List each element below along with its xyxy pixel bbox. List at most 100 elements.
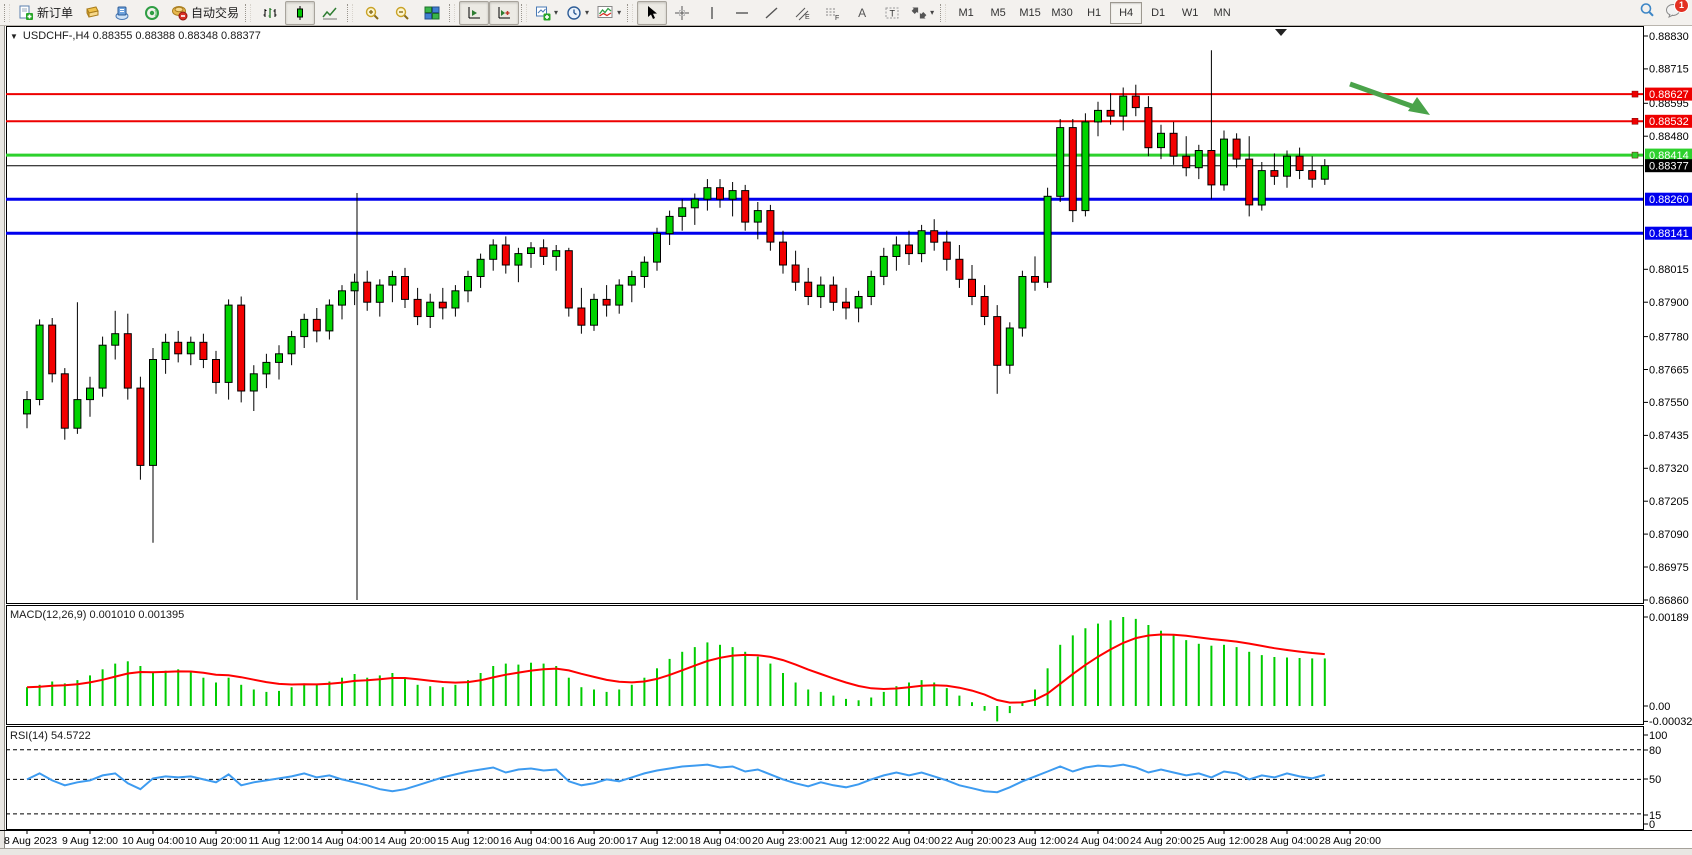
candle bbox=[528, 248, 535, 254]
tile-windows-icon bbox=[424, 5, 440, 21]
periods-button[interactable]: ▾ bbox=[562, 1, 593, 25]
chevron-down-icon: ▾ bbox=[617, 8, 621, 17]
price-tick-label: 0.87900 bbox=[1649, 297, 1689, 309]
line-anchor-marker[interactable] bbox=[1632, 152, 1638, 158]
line-anchor-marker[interactable] bbox=[1632, 91, 1638, 97]
toolbar-drag-handle[interactable] bbox=[627, 4, 633, 22]
candle bbox=[1095, 110, 1102, 122]
price-tick-label: 0.88480 bbox=[1649, 131, 1689, 143]
clock-icon bbox=[566, 5, 582, 21]
chevron-down-icon: ▾ bbox=[930, 8, 934, 17]
timeframe-m5-button[interactable]: M5 bbox=[982, 2, 1014, 24]
cursor-button[interactable] bbox=[637, 1, 667, 25]
candle bbox=[742, 191, 749, 223]
window-left-border bbox=[0, 26, 4, 848]
time-label: 21 Aug 12:00 bbox=[815, 835, 877, 847]
candle bbox=[1145, 108, 1152, 148]
main-toolbar: 新订单 自动交易 bbox=[0, 0, 1692, 26]
candle bbox=[263, 362, 270, 374]
candle bbox=[150, 360, 157, 466]
time-label: 9 Aug 12:00 bbox=[62, 835, 118, 847]
timeframe-m30-button[interactable]: M30 bbox=[1046, 2, 1078, 24]
candle bbox=[87, 388, 94, 400]
timeframe-d1-button[interactable]: D1 bbox=[1142, 2, 1174, 24]
zoom-out-button[interactable] bbox=[387, 1, 417, 25]
macd-axis-label: 0.00 bbox=[1649, 701, 1670, 713]
data-window-icon bbox=[114, 5, 130, 21]
candle bbox=[641, 262, 648, 276]
time-label: 14 Aug 04:00 bbox=[311, 835, 373, 847]
rsi-axis-label: 0 bbox=[1649, 819, 1655, 831]
candle bbox=[74, 400, 81, 429]
toolbar-drag-handle[interactable] bbox=[940, 4, 946, 22]
search-icon[interactable] bbox=[1639, 2, 1655, 23]
candle bbox=[754, 211, 761, 223]
line-chart-icon bbox=[322, 5, 338, 21]
new-chart-button[interactable]: ▾ bbox=[531, 1, 562, 25]
chart-canvas[interactable]: 0.888300.887150.885950.884800.880150.879… bbox=[0, 0, 1692, 855]
candle bbox=[931, 231, 938, 243]
price-badge-label: 0.88260 bbox=[1649, 194, 1689, 206]
zoom-in-button[interactable] bbox=[357, 1, 387, 25]
arrows-button[interactable]: ▾ bbox=[907, 1, 938, 25]
equidistant-channel-button[interactable]: E bbox=[787, 1, 817, 25]
text-label-icon: T bbox=[884, 5, 901, 21]
templates-button[interactable]: ▾ bbox=[593, 1, 625, 25]
signals-button[interactable] bbox=[137, 1, 167, 25]
data-window-button[interactable] bbox=[107, 1, 137, 25]
timeframe-mn-button[interactable]: MN bbox=[1206, 2, 1238, 24]
auto-scroll-button[interactable] bbox=[459, 1, 489, 25]
candlestick-chart-button[interactable] bbox=[285, 1, 315, 25]
candle bbox=[981, 297, 988, 317]
text-label-button[interactable]: T bbox=[877, 1, 907, 25]
trend-line-button[interactable] bbox=[757, 1, 787, 25]
new-order-button[interactable]: 新订单 bbox=[14, 1, 77, 25]
profile-button[interactable] bbox=[77, 1, 107, 25]
candle bbox=[1057, 128, 1064, 197]
toolbar-drag-handle[interactable] bbox=[521, 4, 527, 22]
toolbar-drag-handle[interactable] bbox=[347, 4, 353, 22]
candle bbox=[137, 388, 144, 465]
line-chart-button[interactable] bbox=[315, 1, 345, 25]
candle bbox=[1120, 96, 1127, 116]
candle bbox=[880, 256, 887, 276]
candle bbox=[1069, 128, 1076, 211]
candle bbox=[1296, 156, 1303, 170]
candle bbox=[301, 319, 308, 336]
timeframe-m15-button[interactable]: M15 bbox=[1014, 2, 1046, 24]
candle bbox=[439, 302, 446, 308]
bar-chart-button[interactable] bbox=[255, 1, 285, 25]
horizontal-line-icon bbox=[734, 7, 750, 19]
horizontal-line-button[interactable] bbox=[727, 1, 757, 25]
candle bbox=[187, 342, 194, 354]
candle bbox=[364, 282, 371, 302]
timeframe-h4-button[interactable]: H4 bbox=[1110, 2, 1142, 24]
chat-button[interactable]: 1 bbox=[1665, 3, 1682, 23]
toolbar-drag-handle[interactable] bbox=[4, 4, 10, 22]
timeframe-m1-button[interactable]: M1 bbox=[950, 2, 982, 24]
toolbar-drag-handle[interactable] bbox=[449, 4, 455, 22]
rsi-axis-label: 80 bbox=[1649, 745, 1661, 757]
toolbar-drag-handle[interactable] bbox=[245, 4, 251, 22]
timeframe-h1-button[interactable]: H1 bbox=[1078, 2, 1110, 24]
vertical-line-button[interactable] bbox=[697, 1, 727, 25]
candle bbox=[553, 251, 560, 257]
chart-shift-button[interactable] bbox=[489, 1, 519, 25]
tile-windows-button[interactable] bbox=[417, 1, 447, 25]
line-anchor-marker[interactable] bbox=[1632, 118, 1638, 124]
crosshair-button[interactable] bbox=[667, 1, 697, 25]
candle bbox=[704, 188, 711, 200]
candle bbox=[376, 285, 383, 302]
rsi-axis-label: 100 bbox=[1649, 730, 1667, 742]
candle bbox=[1321, 166, 1328, 180]
candle bbox=[603, 299, 610, 305]
candle bbox=[515, 254, 522, 266]
auto-scroll-icon bbox=[466, 5, 482, 21]
timeframe-w1-button[interactable]: W1 bbox=[1174, 2, 1206, 24]
time-label: 28 Aug 04:00 bbox=[1256, 835, 1318, 847]
time-label: 17 Aug 12:00 bbox=[626, 835, 688, 847]
autotrading-button[interactable]: 自动交易 bbox=[167, 1, 243, 25]
text-button[interactable]: A bbox=[847, 1, 877, 25]
zoom-out-icon bbox=[394, 5, 410, 21]
fibonacci-button[interactable]: F bbox=[817, 1, 847, 25]
